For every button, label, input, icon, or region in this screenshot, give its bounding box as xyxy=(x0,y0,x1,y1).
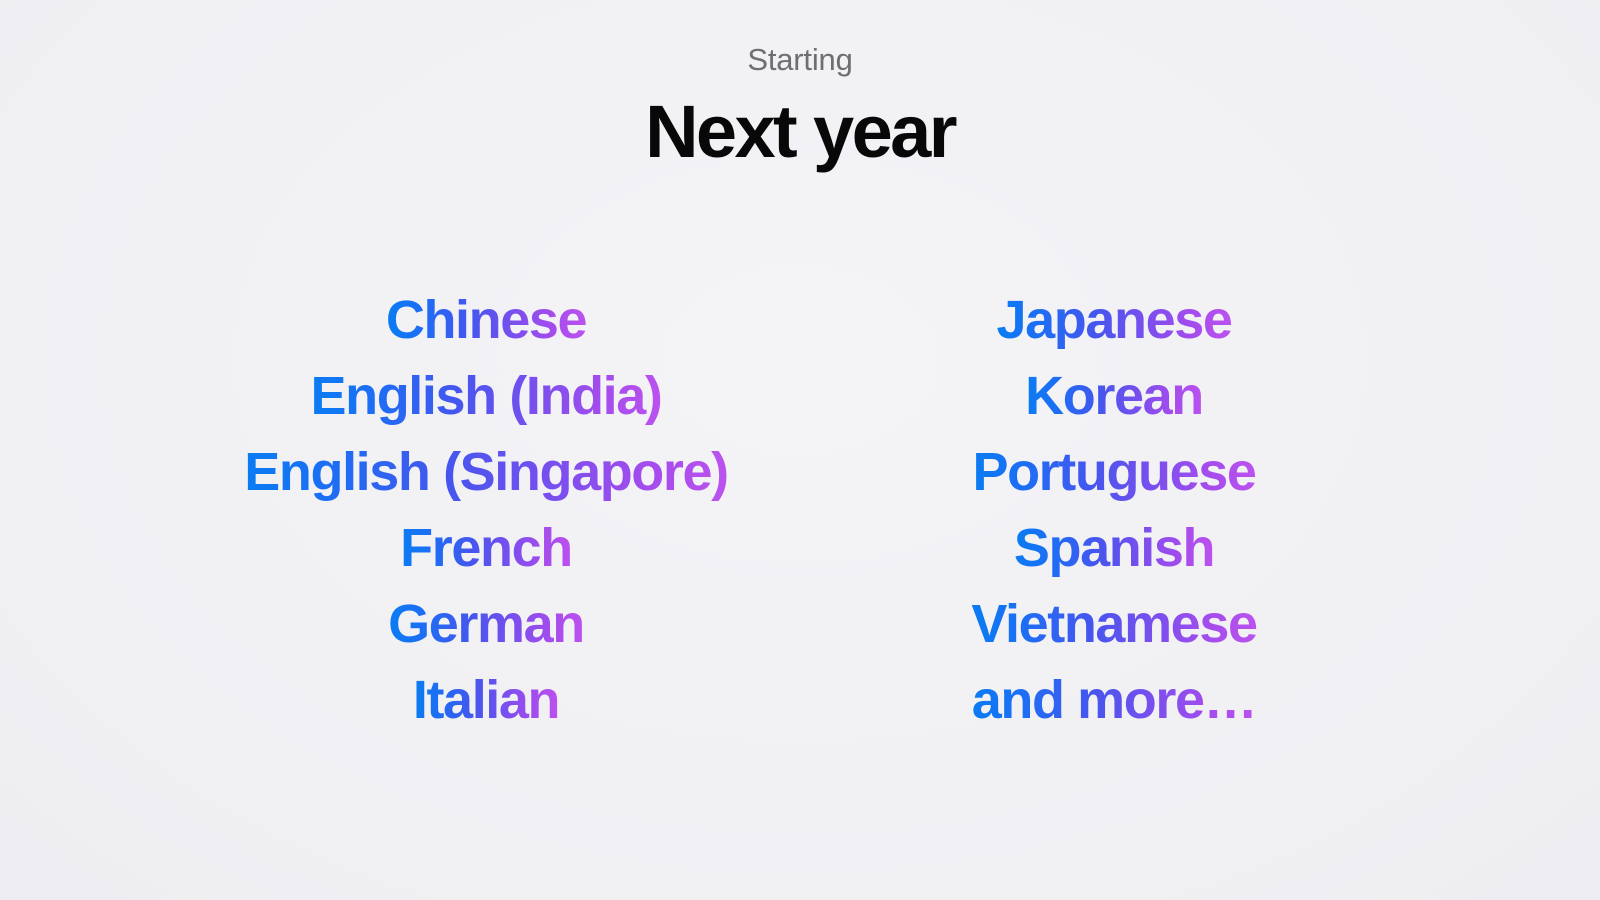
page-title: Next year xyxy=(645,90,957,173)
language-item: German xyxy=(388,586,585,662)
left-column: Chinese English (India) English (Singapo… xyxy=(206,282,766,738)
language-item: Japanese xyxy=(997,282,1233,358)
language-item: Italian xyxy=(413,662,561,738)
language-item: English (Singapore) xyxy=(244,434,729,510)
language-item: Vietnamese xyxy=(971,586,1258,662)
language-item: English (India) xyxy=(311,358,663,434)
language-item: Chinese xyxy=(386,282,588,358)
language-availability-slide: Starting Next year Chinese English (Indi… xyxy=(0,0,1600,900)
eyebrow-label: Starting xyxy=(747,42,853,77)
language-item: Portuguese xyxy=(972,434,1256,510)
language-columns: Chinese English (India) English (Singapo… xyxy=(0,282,1600,738)
language-item: Korean xyxy=(1025,358,1204,434)
right-column: Japanese Korean Portuguese Spanish Vietn… xyxy=(834,282,1394,738)
slide-header: Starting Next year xyxy=(0,44,1600,169)
language-item: French xyxy=(400,510,573,586)
language-item: and more… xyxy=(972,662,1258,738)
language-item: Spanish xyxy=(1014,510,1216,586)
